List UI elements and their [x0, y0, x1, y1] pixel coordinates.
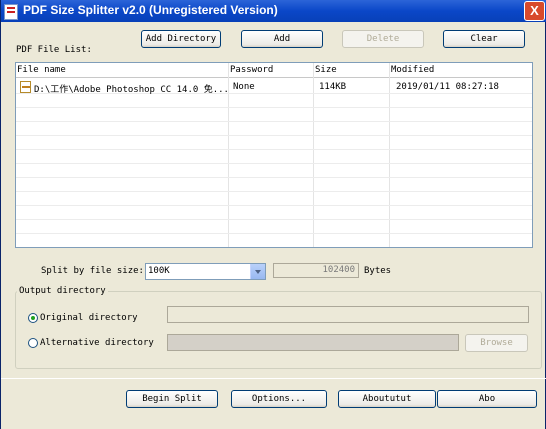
split-size-value: 100K [148, 266, 170, 276]
clear-button[interactable]: Clear [443, 30, 525, 48]
column-modified[interactable]: Modified [391, 65, 434, 75]
grid-line [16, 233, 532, 234]
cell-modified: 2019/01/11 08:27:18 [396, 82, 499, 92]
pdf-file-list[interactable]: File name Password Size Modified D:\工作\A… [15, 62, 533, 248]
about-button-secondary[interactable]: Abo [437, 390, 537, 408]
grid-line [16, 135, 532, 136]
cell-file-name: D:\工作\Adobe Photoshop CC 14.0 免... [34, 85, 229, 95]
column-password[interactable]: Password [230, 65, 273, 75]
pdf-app-icon [4, 4, 18, 20]
cell-size: 114KB [319, 82, 347, 92]
alternative-directory-label[interactable]: Alternative directory [40, 338, 154, 348]
split-size-select[interactable]: 100K [145, 263, 266, 280]
close-button[interactable]: X [524, 1, 545, 21]
grid-line [16, 219, 532, 220]
output-directory-group [15, 291, 542, 369]
app-window: PDF Size Splitter v2.0 (Unregistered Ver… [0, 0, 546, 429]
window-title: PDF Size Splitter v2.0 (Unregistered Ver… [23, 3, 278, 17]
pdf-file-list-label: PDF File List: [16, 45, 92, 55]
add-button[interactable]: Add [241, 30, 323, 48]
grid-line [16, 149, 532, 150]
pdf-file-icon [20, 81, 31, 93]
original-directory-field [167, 306, 529, 323]
grid-line [16, 205, 532, 206]
add-directory-button[interactable]: Add Directory [141, 30, 221, 48]
chevron-down-icon[interactable] [250, 264, 265, 279]
alternative-directory-field [167, 334, 459, 351]
list-header: File name Password Size Modified [16, 63, 532, 78]
begin-split-button[interactable]: Begin Split [126, 390, 218, 408]
about-button[interactable]: Aboututut [338, 390, 436, 408]
options-button[interactable]: Options... [231, 390, 327, 408]
grid-line [16, 121, 532, 122]
grid-line [16, 191, 532, 192]
grid-line [16, 107, 532, 108]
column-size[interactable]: Size [315, 65, 337, 75]
original-directory-label[interactable]: Original directory [40, 313, 138, 323]
original-directory-radio[interactable] [28, 313, 38, 323]
column-file-name[interactable]: File name [17, 65, 66, 75]
separator [1, 378, 546, 379]
grid-line [16, 177, 532, 178]
delete-button[interactable]: Delete [342, 30, 424, 48]
output-directory-label: Output directory [17, 286, 108, 296]
cell-password: None [233, 82, 255, 92]
title-bar[interactable]: PDF Size Splitter v2.0 (Unregistered Ver… [1, 0, 546, 22]
bytes-field: 102400 [273, 263, 359, 278]
browse-button[interactable]: Browse [465, 334, 528, 352]
grid-line [16, 163, 532, 164]
alternative-directory-radio[interactable] [28, 338, 38, 348]
bytes-unit-label: Bytes [364, 266, 392, 276]
split-by-size-label: Split by file size: [41, 266, 144, 276]
